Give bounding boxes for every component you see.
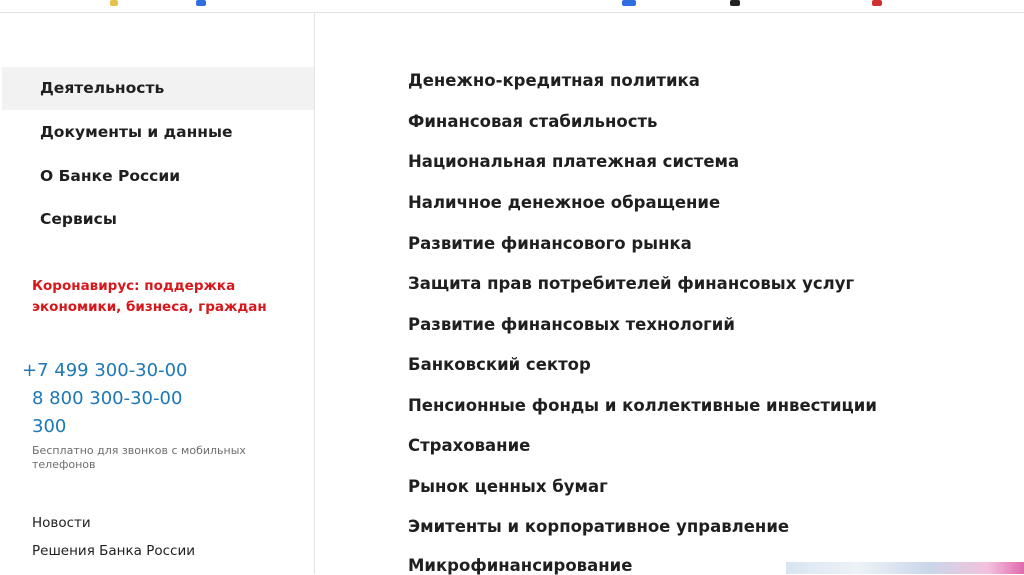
phone-link[interactable]: 8 800 300-30-00 bbox=[32, 388, 182, 409]
news-link[interactable]: Новости bbox=[32, 515, 91, 531]
nav-item-activity[interactable]: Деятельность bbox=[2, 67, 314, 110]
menu-item[interactable]: Страхование bbox=[408, 436, 530, 455]
menu-item[interactable]: Микрофинансирование bbox=[408, 556, 632, 575]
menu-item[interactable]: Развитие финансового рынка bbox=[408, 234, 692, 253]
bookmark-icon bbox=[196, 0, 206, 6]
phone-link[interactable]: +7 499 300-30-00 bbox=[22, 360, 188, 381]
nav-item-services[interactable]: Сервисы bbox=[2, 198, 314, 241]
phone-note: Бесплатно для звонков с мобильных телефо… bbox=[32, 444, 246, 471]
menu-item[interactable]: Финансовая стабильность bbox=[408, 112, 657, 131]
nav-item-documents[interactable]: Документы и данные bbox=[2, 111, 314, 154]
menu-item[interactable]: Защита прав потребителей финансовых услу… bbox=[408, 274, 854, 293]
taskbar-fragment bbox=[786, 562, 1024, 574]
bookmark-icon bbox=[730, 0, 740, 6]
phone-link[interactable]: 300 bbox=[32, 416, 66, 437]
covid-line-2: экономики, бизнеса, граждан bbox=[32, 299, 267, 315]
browser-top-strip bbox=[0, 0, 1024, 13]
covid-line-1: Коронавирус: поддержка bbox=[32, 278, 236, 294]
menu-item[interactable]: Эмитенты и корпоративное управление bbox=[408, 517, 789, 536]
bookmark-icon bbox=[110, 0, 118, 6]
nav-item-about[interactable]: О Банке России bbox=[2, 155, 314, 198]
menu-item[interactable]: Национальная платежная система bbox=[408, 152, 739, 171]
menu-item[interactable]: Наличное денежное обращение bbox=[408, 193, 720, 212]
bookmark-icon bbox=[872, 0, 882, 6]
menu-item[interactable]: Банковский сектор bbox=[408, 355, 591, 374]
menu-item[interactable]: Рынок ценных бумаг bbox=[408, 477, 608, 496]
bookmark-icon bbox=[622, 0, 636, 6]
menu-item[interactable]: Развитие финансовых технологий bbox=[408, 315, 735, 334]
decisions-link[interactable]: Решения Банка России bbox=[32, 543, 195, 559]
menu-item[interactable]: Пенсионные фонды и коллективные инвестиц… bbox=[408, 396, 877, 415]
menu-item[interactable]: Денежно-кредитная политика bbox=[408, 71, 700, 90]
covid-support-link[interactable]: Коронавирус: поддержка экономики, бизнес… bbox=[32, 276, 272, 318]
